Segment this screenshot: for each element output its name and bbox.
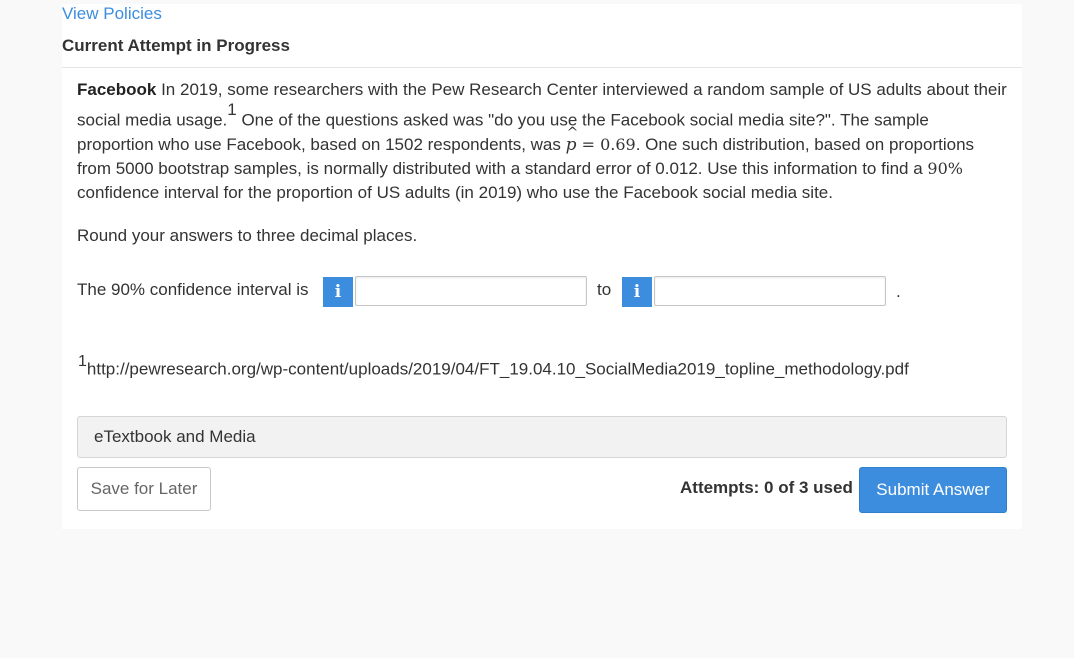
confidence-level: 90% xyxy=(927,158,963,178)
lower-bound-input[interactable] xyxy=(355,276,587,306)
info-icon[interactable]: i xyxy=(622,277,652,307)
submit-answer-button[interactable]: Submit Answer xyxy=(859,467,1007,513)
question-part-4: confidence interval for the proportion o… xyxy=(77,182,833,202)
save-for-later-button[interactable]: Save for Later xyxy=(77,467,211,511)
question-title: Facebook xyxy=(77,80,157,99)
instructions-text: Round your answers to three decimal plac… xyxy=(77,226,418,245)
footnote: 1http://pewresearch.org/wp-content/uploa… xyxy=(78,353,909,380)
question-text: Facebook In 2019, some researchers with … xyxy=(77,78,1007,205)
footnote-url: http://pewresearch.org/wp-content/upload… xyxy=(86,359,909,379)
attempt-title: Current Attempt in Progress xyxy=(62,36,290,55)
footnote-marker: 1 xyxy=(227,100,237,119)
divider xyxy=(62,67,1022,68)
footnote-marker: 1 xyxy=(78,353,87,370)
hat-glyph: ^ xyxy=(566,124,579,141)
ci-label: The 90% confidence interval is xyxy=(77,280,309,299)
info-icon[interactable]: i xyxy=(323,277,353,307)
p-hat-value: = 0.69 xyxy=(576,134,636,154)
upper-bound-input[interactable] xyxy=(654,276,886,306)
p-hat-symbol: ^ p xyxy=(566,125,579,157)
view-policies-link[interactable]: View Policies xyxy=(62,4,162,24)
to-label: to xyxy=(597,280,612,299)
period: . xyxy=(896,282,901,301)
etextbook-label: eTextbook and Media xyxy=(94,427,256,446)
etextbook-media-bar[interactable]: eTextbook and Media xyxy=(77,416,1007,458)
attempts-counter: Attempts: 0 of 3 used xyxy=(680,478,853,497)
